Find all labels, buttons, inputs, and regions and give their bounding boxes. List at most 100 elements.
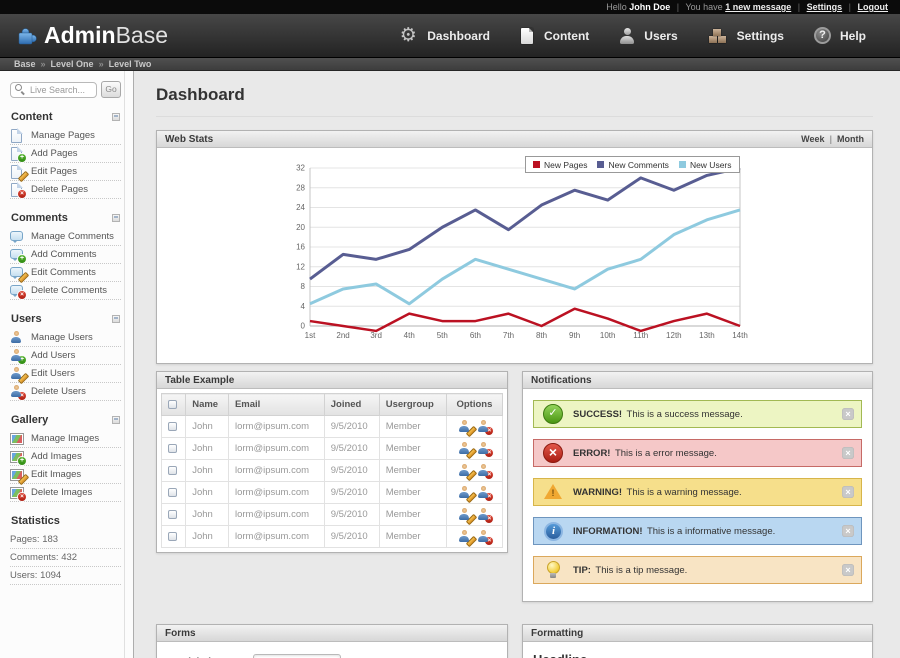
- sidebar-item-delete-users[interactable]: ×Delete Users: [10, 383, 121, 401]
- row-checkbox[interactable]: [168, 532, 177, 541]
- sidebar-item-delete-images[interactable]: ×Delete Images: [10, 484, 121, 502]
- sidebar-item-delete-pages[interactable]: ×Delete Pages: [10, 181, 121, 199]
- notification-tip: TIP: This is a tip message.×: [533, 556, 862, 584]
- range-month-link[interactable]: Month: [837, 134, 864, 144]
- row-checkbox[interactable]: [168, 466, 177, 475]
- sidebar-item-delete-comments[interactable]: ×Delete Comments: [10, 282, 121, 300]
- breadcrumb-item-base[interactable]: Base: [14, 59, 36, 69]
- svg-text:12th: 12th: [666, 331, 682, 340]
- breadcrumb-separator: »: [99, 59, 104, 69]
- sidebar-section-header[interactable]: Content: [11, 111, 120, 123]
- sidebar-item-label: Delete Comments: [31, 285, 107, 296]
- search-input[interactable]: [30, 85, 92, 95]
- close-notification-button[interactable]: ×: [842, 486, 854, 498]
- delete-user-icon[interactable]: ×: [477, 508, 490, 521]
- sidebar-item-edit-pages[interactable]: Edit Pages: [10, 163, 121, 181]
- column-header-usergroup: Usergroup: [379, 394, 446, 416]
- sidebar-item-add-comments[interactable]: +Add Comments: [10, 246, 121, 264]
- search-go-button[interactable]: Go: [101, 81, 121, 98]
- badge-delete: ×: [18, 392, 26, 400]
- badge-edit: [466, 493, 474, 501]
- badge-delete: ×: [485, 427, 493, 435]
- sidebar-item-edit-images[interactable]: Edit Images: [10, 466, 121, 484]
- breadcrumb-item-level-one[interactable]: Level One: [51, 59, 94, 69]
- sidebar-item-manage-pages[interactable]: Manage Pages: [10, 127, 121, 145]
- sidebar-section-header[interactable]: Users: [11, 313, 120, 325]
- delete-user-icon[interactable]: ×: [477, 486, 490, 499]
- range-week-link[interactable]: Week: [801, 134, 824, 144]
- delete-user-icon[interactable]: ×: [477, 420, 490, 433]
- close-notification-button[interactable]: ×: [842, 408, 854, 420]
- sidebar-section-header[interactable]: Comments: [11, 212, 120, 224]
- table-panel-header: Table Example: [157, 372, 507, 389]
- nav-item-content[interactable]: Content: [520, 27, 589, 45]
- row-checkbox[interactable]: [168, 510, 177, 519]
- sidebar-item-label: Edit Pages: [31, 166, 77, 177]
- cube: [718, 36, 726, 43]
- search-row: Go: [10, 81, 121, 98]
- gear-icon: ⚙: [398, 26, 418, 46]
- collapse-icon[interactable]: [112, 416, 120, 424]
- svg-text:10th: 10th: [599, 331, 615, 340]
- page-icon: [10, 129, 23, 142]
- sidebar-item-add-pages[interactable]: + Add Pages: [10, 145, 121, 163]
- sidebar-item-edit-users[interactable]: Edit Users: [10, 365, 121, 383]
- nav-item-users[interactable]: Users: [619, 27, 677, 45]
- sidebar-section-title: Statistics: [11, 515, 60, 527]
- delete-user-icon[interactable]: ×: [477, 464, 490, 477]
- collapse-icon[interactable]: [112, 113, 120, 121]
- badge-add: +: [18, 255, 26, 263]
- sidebar-item-label: Add Pages: [31, 148, 77, 159]
- edit-user-icon[interactable]: [458, 420, 471, 433]
- topbar: Hello John Doe | You have 1 new message …: [0, 0, 900, 14]
- cell-options: ×: [446, 438, 502, 460]
- sidebar-item-add-users[interactable]: +Add Users: [10, 347, 121, 365]
- edit-user-icon[interactable]: [458, 508, 471, 521]
- cell-options: ×: [446, 482, 502, 504]
- edit-user-icon[interactable]: [458, 486, 471, 499]
- row-checkbox[interactable]: [168, 488, 177, 497]
- collapse-icon[interactable]: [112, 315, 120, 323]
- breadcrumb-item-level-two[interactable]: Level Two: [109, 59, 152, 69]
- table-panel-title: Table Example: [165, 375, 234, 386]
- logo-text-bold: Admin: [44, 22, 116, 48]
- close-notification-button[interactable]: ×: [842, 525, 854, 537]
- badge-edit: [466, 537, 474, 545]
- logout-link[interactable]: Logout: [858, 2, 889, 12]
- close-notification-button[interactable]: ×: [842, 447, 854, 459]
- edit-user-icon[interactable]: [458, 530, 471, 543]
- nav-item-settings[interactable]: Settings: [708, 27, 784, 45]
- sidebar-section-header[interactable]: Gallery: [11, 414, 120, 426]
- delete-user-icon[interactable]: ×: [477, 442, 490, 455]
- sidebar-item-manage-images[interactable]: Manage Images: [10, 430, 121, 448]
- edit-user-icon[interactable]: [458, 464, 471, 477]
- row-checkbox[interactable]: [168, 422, 177, 431]
- row-checkbox[interactable]: [168, 444, 177, 453]
- comment-edit-icon: [10, 266, 23, 279]
- settings-link[interactable]: Settings: [807, 2, 843, 12]
- notifications-title: Notifications: [531, 375, 592, 386]
- nav-item-help[interactable]: ?Help: [814, 27, 866, 44]
- collapse-icon[interactable]: [112, 214, 120, 222]
- logo[interactable]: AdminBase: [16, 22, 168, 49]
- text-input-field[interactable]: [253, 654, 341, 658]
- forms-panel-body: Input label:: [157, 642, 507, 658]
- sidebar-item-manage-users[interactable]: Manage Users: [10, 329, 121, 347]
- search-box[interactable]: [10, 82, 97, 98]
- edit-user-icon[interactable]: [458, 442, 471, 455]
- sidebar-item-manage-comments[interactable]: Manage Comments: [10, 228, 121, 246]
- nav-item-dashboard[interactable]: ⚙Dashboard: [398, 26, 490, 46]
- sidebar-item-edit-comments[interactable]: Edit Comments: [10, 264, 121, 282]
- cell-email: lorm@ipsum.com: [228, 526, 324, 548]
- delete-user-icon[interactable]: ×: [477, 530, 490, 543]
- cell-name: John: [186, 460, 229, 482]
- badge-edit: [18, 374, 26, 382]
- cell-usergroup: Member: [379, 416, 446, 438]
- select-all-checkbox[interactable]: [168, 400, 177, 409]
- new-message-link[interactable]: 1 new message: [725, 2, 791, 12]
- breadcrumb: Base»Level One»Level Two: [0, 58, 900, 71]
- page-add-icon: +: [10, 147, 23, 160]
- close-notification-button[interactable]: ×: [842, 564, 854, 576]
- notifications-list: SUCCESS! This is a success message.×ERRO…: [523, 389, 872, 601]
- sidebar-item-add-images[interactable]: +Add Images: [10, 448, 121, 466]
